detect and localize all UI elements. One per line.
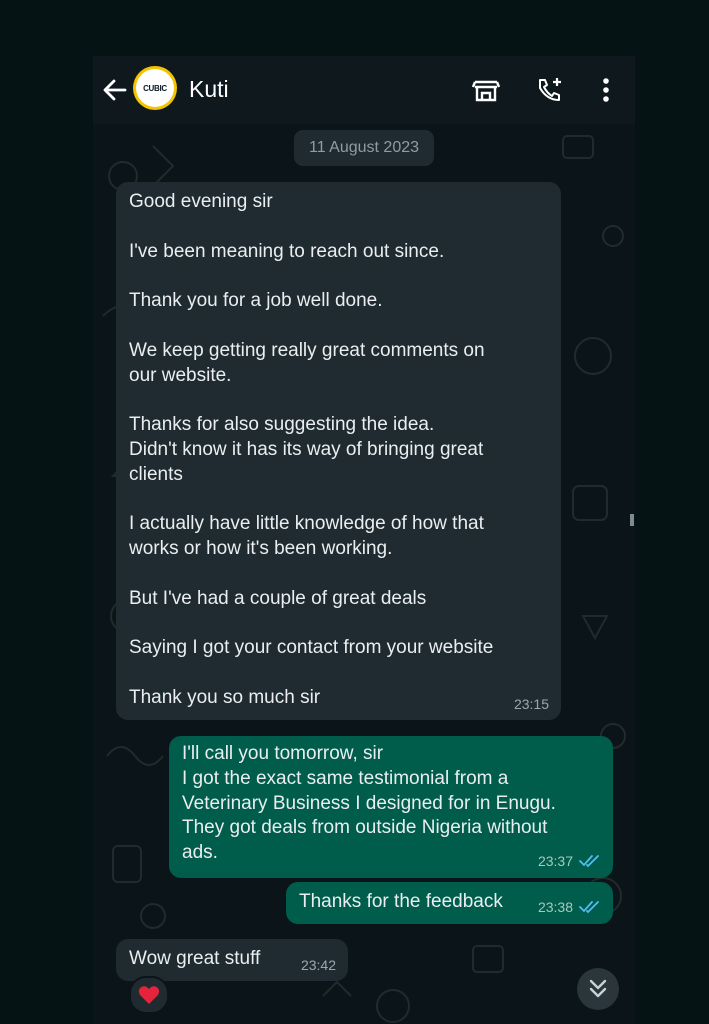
message-line — [129, 661, 493, 686]
avatar[interactable]: CUBIC — [133, 66, 177, 110]
message-line — [129, 264, 493, 289]
message-time: 23:37 — [537, 853, 573, 869]
more-vert-icon — [603, 78, 609, 102]
message-time: 23:42 — [300, 957, 336, 973]
message-text: Good evening sir I've been meaning to re… — [129, 190, 493, 711]
message-line: ads. — [182, 842, 218, 864]
message-line — [129, 215, 493, 240]
heart-icon — [138, 986, 160, 1004]
scroll-to-bottom-button[interactable] — [577, 968, 619, 1010]
message-line — [129, 612, 493, 637]
voice-call-button[interactable] — [535, 76, 565, 104]
double-check-icon — [579, 855, 599, 868]
message-line: I've been meaning to reach out since. — [129, 240, 445, 262]
scrollbar-thumb[interactable] — [630, 514, 634, 526]
message-time: 23:15 — [513, 696, 549, 712]
store-icon — [471, 80, 501, 102]
message-line: clients — [129, 463, 183, 485]
message-text: I'll call you tomorrow, sir I got the ex… — [182, 742, 556, 866]
message-line — [129, 314, 493, 339]
message-line: Thank you for a job well done. — [129, 290, 383, 312]
message-line: Wow great stuff — [129, 948, 261, 969]
message-line: I'll call you tomorrow, sir — [182, 743, 384, 764]
message-line: works or how it's been working. — [129, 538, 393, 560]
chat-header: CUBIC Kuti — [93, 56, 635, 124]
date-chip: 11 August 2023 — [294, 130, 434, 166]
chat-screen: CUBIC Kuti 11 August 2023 Good evening s… — [93, 56, 635, 1024]
message-line: But I've had a couple of great deals — [129, 587, 427, 609]
message-line: Good evening sir — [129, 191, 273, 212]
message-line: They got deals from outside Nigeria with… — [182, 817, 548, 839]
message-bubble-outgoing[interactable]: Thanks for the feedback 23:38 — [286, 882, 613, 924]
back-arrow-icon — [103, 79, 127, 101]
message-bubble-outgoing[interactable]: I'll call you tomorrow, sir I got the ex… — [169, 736, 613, 878]
message-reaction[interactable] — [129, 976, 169, 1014]
message-line: We keep getting really great comments on — [129, 339, 485, 361]
message-line: I actually have little knowledge of how … — [129, 513, 484, 535]
message-line — [129, 388, 493, 413]
message-line: Didn't know it has its way of bringing g… — [129, 438, 484, 460]
message-line — [129, 562, 493, 587]
add-call-icon — [539, 78, 561, 101]
message-bubble-incoming[interactable]: Wow great stuff 23:42 — [116, 939, 348, 981]
avatar-logo-text: CUBIC — [143, 83, 167, 93]
message-line: Thank you so much sir — [129, 686, 321, 708]
message-line: I got the exact same testimonial from a — [182, 767, 509, 789]
more-options-button[interactable] — [591, 76, 621, 104]
back-button[interactable] — [99, 76, 129, 104]
message-line: Thanks for the feedback — [299, 891, 503, 912]
message-line: Veterinary Business I designed for in En… — [182, 792, 556, 814]
message-line — [129, 488, 493, 513]
catalog-button[interactable] — [471, 76, 501, 104]
message-text: Wow great stuff — [129, 947, 260, 972]
message-text: Thanks for the feedback — [299, 890, 503, 915]
double-chevron-down-icon — [589, 979, 607, 998]
contact-name[interactable]: Kuti — [189, 76, 229, 103]
message-line: Saying I got your contact from your webs… — [129, 637, 494, 659]
double-check-icon — [579, 901, 599, 914]
message-line: our website. — [129, 364, 232, 386]
message-time: 23:38 — [537, 899, 573, 915]
message-line: Thanks for also suggesting the idea. — [129, 414, 435, 436]
avatar-logo: CUBIC — [136, 69, 174, 107]
message-bubble-incoming[interactable]: Good evening sir I've been meaning to re… — [116, 182, 561, 720]
